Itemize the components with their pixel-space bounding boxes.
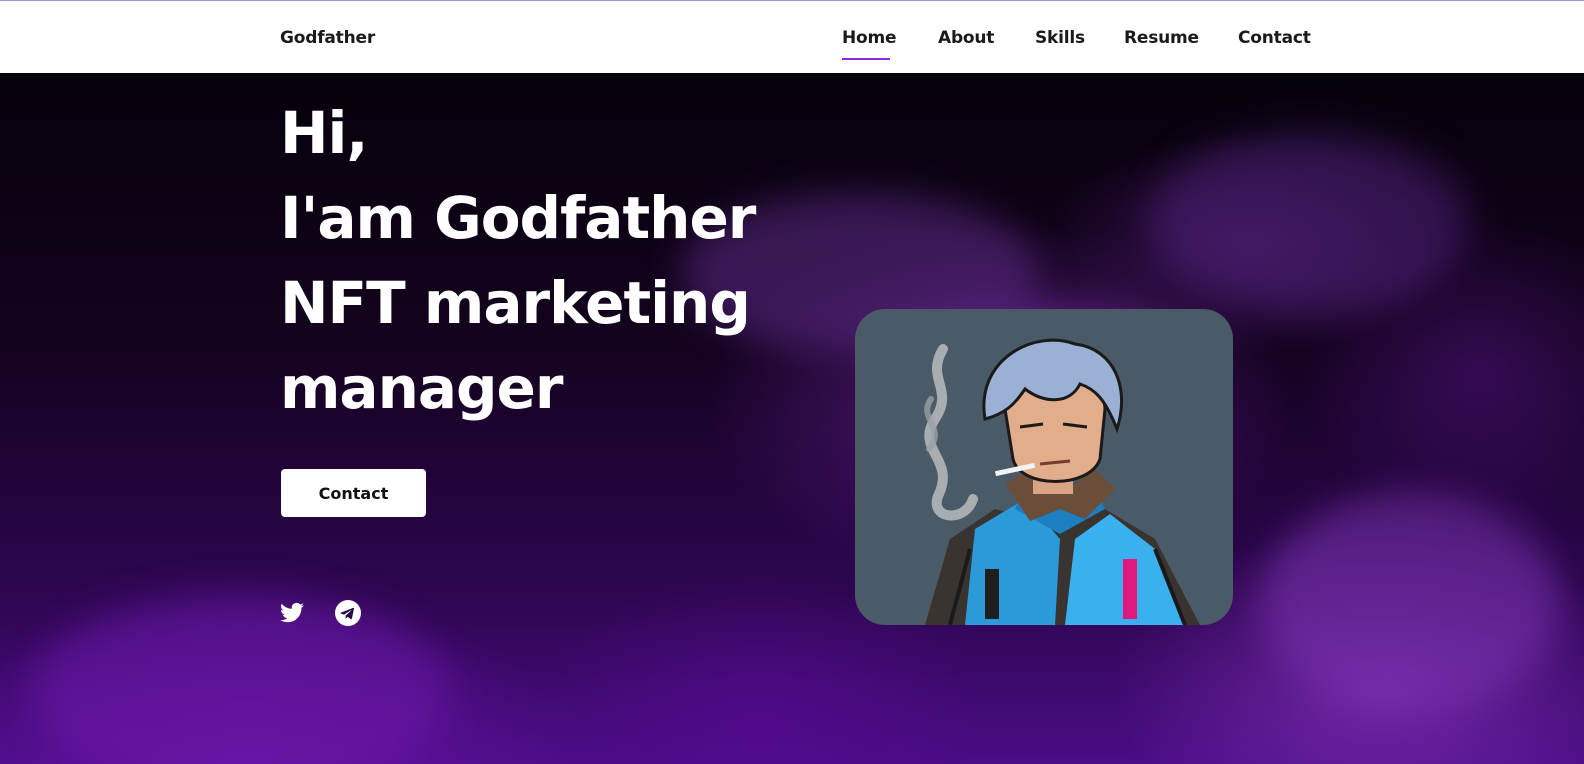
hero-headline: Hi, I'am Godfather NFT marketing manager (280, 91, 756, 431)
character-illustration (924, 338, 1200, 625)
hero-greeting: Hi, (280, 99, 368, 167)
telegram-icon[interactable] (335, 600, 361, 626)
hero-section (0, 73, 1584, 764)
twitter-icon[interactable] (279, 600, 305, 626)
hero-role-line-1: NFT marketing (280, 269, 751, 337)
nav-home[interactable]: Home (842, 28, 897, 48)
smoke-decoration (1260, 493, 1560, 713)
contact-button[interactable]: Contact (281, 469, 426, 517)
smoke-decoration (1150, 133, 1470, 313)
active-nav-indicator (842, 58, 890, 60)
nav-resume[interactable]: Resume (1124, 28, 1199, 48)
brand-logo[interactable]: Godfather (280, 28, 375, 48)
nav-about[interactable]: About (938, 28, 994, 48)
navbar: Godfather Home About Skills Resume Conta… (0, 1, 1584, 73)
smoke-decoration (30, 593, 450, 764)
hero-name: I'am Godfather (280, 184, 756, 252)
nav-contact[interactable]: Contact (1238, 28, 1311, 48)
hero-role-line-2: manager (280, 354, 563, 422)
portrait-card (855, 309, 1233, 625)
nav-skills[interactable]: Skills (1035, 28, 1085, 48)
